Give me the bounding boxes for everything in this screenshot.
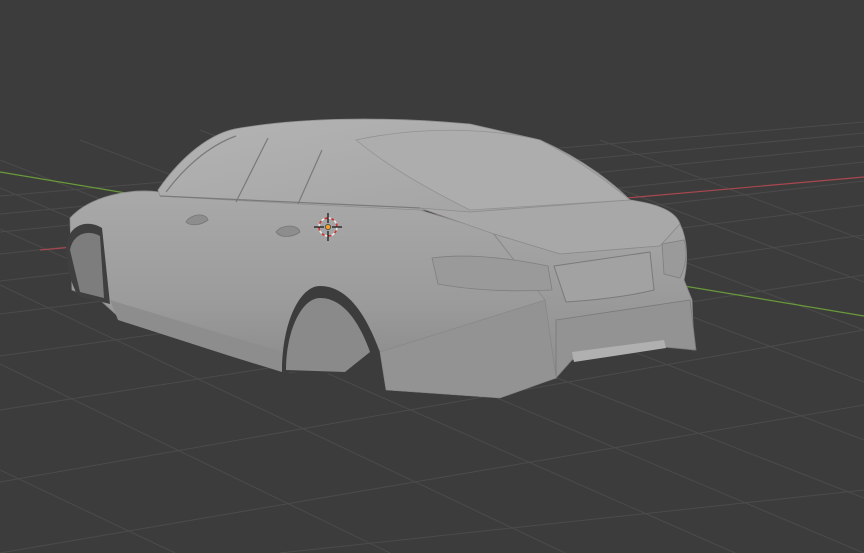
car-body-mesh[interactable]	[66, 118, 697, 399]
right-tail-light	[661, 239, 687, 279]
object-origin-icon	[325, 224, 331, 230]
3d-viewport[interactable]	[0, 0, 864, 553]
viewport-canvas[interactable]	[0, 0, 864, 553]
